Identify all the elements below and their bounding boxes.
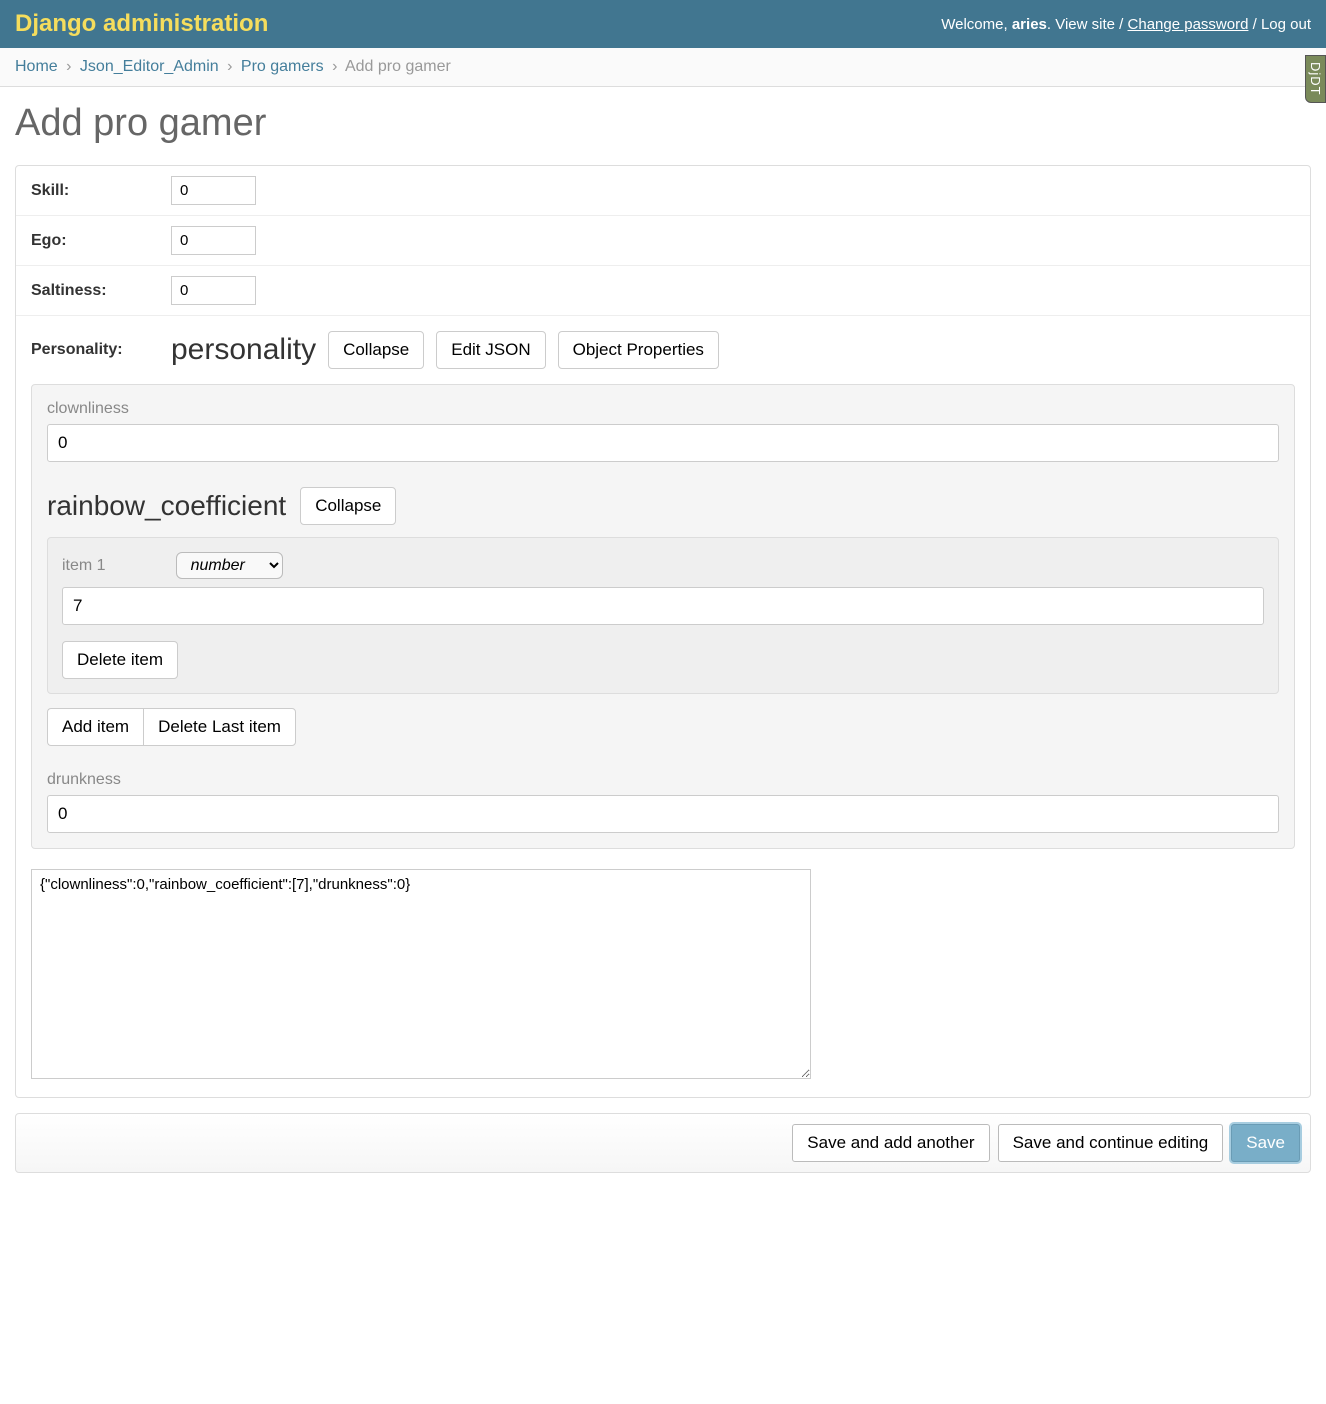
- delete-item-button[interactable]: Delete item: [62, 641, 178, 679]
- saltiness-input[interactable]: [171, 276, 256, 305]
- submit-row: Save and add another Save and continue e…: [15, 1113, 1311, 1173]
- ego-row: Ego:: [16, 216, 1310, 266]
- view-site-link[interactable]: View site: [1055, 16, 1115, 33]
- rainbow-coefficient-section: rainbow_coefficient Collapse item 1 numb…: [47, 487, 1279, 746]
- content: Add pro gamer Skill: Ego: Saltiness: Per…: [0, 87, 1326, 1188]
- item-1-input[interactable]: [62, 587, 1264, 625]
- collapse-button[interactable]: Collapse: [328, 331, 424, 369]
- array-items-panel: item 1 number Delete item: [47, 537, 1279, 694]
- breadcrumb: Home › Json_Editor_Admin › Pro gamers › …: [0, 48, 1326, 87]
- ego-input[interactable]: [171, 226, 256, 255]
- rainbow-coefficient-title: rainbow_coefficient: [47, 490, 286, 522]
- raw-json-textarea[interactable]: {"clownliness":0,"rainbow_coefficient":[…: [31, 869, 811, 1079]
- site-title: Django administration: [15, 10, 268, 38]
- debug-toolbar-handle[interactable]: DjDT: [1305, 55, 1326, 103]
- save-button[interactable]: Save: [1231, 1124, 1300, 1162]
- item-type-select[interactable]: number: [176, 552, 283, 579]
- breadcrumb-model[interactable]: Pro gamers: [241, 58, 324, 75]
- item-1-label: item 1: [62, 557, 106, 575]
- ego-label: Ego:: [31, 232, 171, 250]
- object-properties-button[interactable]: Object Properties: [558, 331, 719, 369]
- saltiness-label: Saltiness:: [31, 282, 171, 300]
- delete-last-item-button[interactable]: Delete Last item: [143, 708, 296, 746]
- drunkness-input[interactable]: [47, 795, 1279, 833]
- add-item-button[interactable]: Add item: [47, 708, 143, 746]
- logout-link[interactable]: Log out: [1261, 16, 1311, 33]
- breadcrumb-current: Add pro gamer: [345, 58, 451, 75]
- change-password-link[interactable]: Change password: [1128, 16, 1249, 33]
- skill-label: Skill:: [31, 182, 171, 200]
- form-module: Skill: Ego: Saltiness: Personality: pers…: [15, 165, 1311, 1098]
- drunkness-section: drunkness: [47, 771, 1279, 833]
- breadcrumb-home[interactable]: Home: [15, 58, 58, 75]
- personality-header: Personality: personality Collapse Edit J…: [31, 331, 1295, 369]
- save-add-another-button[interactable]: Save and add another: [792, 1124, 989, 1162]
- rainbow-collapse-button[interactable]: Collapse: [300, 487, 396, 525]
- page-title: Add pro gamer: [15, 102, 1311, 145]
- drunkness-label: drunkness: [47, 771, 1279, 789]
- welcome-text: Welcome,: [941, 16, 1007, 33]
- saltiness-row: Saltiness:: [16, 266, 1310, 316]
- save-continue-button[interactable]: Save and continue editing: [998, 1124, 1224, 1162]
- skill-row: Skill:: [16, 166, 1310, 216]
- clownliness-input[interactable]: [47, 424, 1279, 462]
- admin-header: Django administration Welcome, aries. Vi…: [0, 0, 1326, 48]
- skill-input[interactable]: [171, 176, 256, 205]
- json-editor-panel: clownliness rainbow_coefficient Collapse…: [31, 384, 1295, 849]
- username: aries: [1012, 16, 1047, 33]
- personality-row: Personality: personality Collapse Edit J…: [16, 316, 1310, 1097]
- breadcrumb-app[interactable]: Json_Editor_Admin: [80, 58, 219, 75]
- personality-label: Personality:: [31, 341, 159, 359]
- edit-json-button[interactable]: Edit JSON: [436, 331, 545, 369]
- clownliness-label: clownliness: [47, 400, 1279, 418]
- personality-title: personality: [171, 333, 316, 367]
- user-tools: Welcome, aries. View site / Change passw…: [941, 16, 1311, 33]
